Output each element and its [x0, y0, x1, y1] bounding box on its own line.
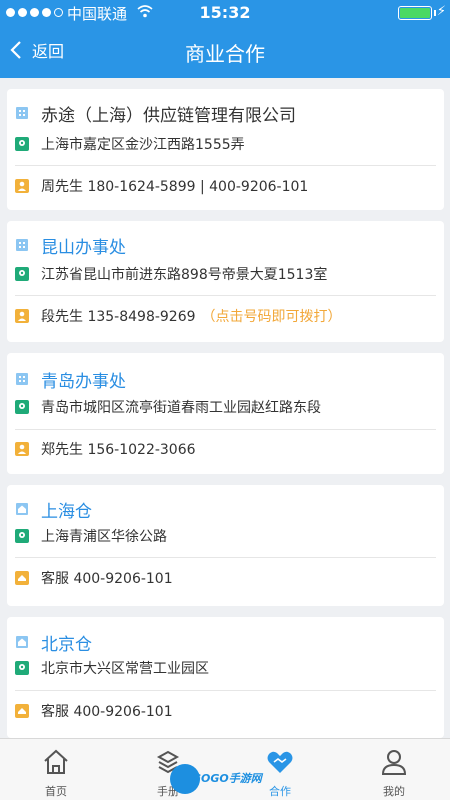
battery-cap	[434, 10, 436, 16]
contact-phone[interactable]: 客服 400-9206-101	[41, 701, 173, 721]
home-icon	[44, 749, 68, 774]
service-icon	[15, 704, 29, 718]
person-icon	[15, 179, 29, 193]
address-text: 上海青浦区华徐公路	[41, 529, 167, 545]
person-icon	[15, 309, 29, 323]
contact-card: 上海仓 上海青浦区华徐公路 客服 400-9206-101	[7, 485, 444, 606]
charging-icon: ⚡	[436, 4, 446, 19]
warehouse-name: 上海仓	[41, 501, 92, 522]
battery-icon	[398, 6, 432, 20]
location-icon	[15, 400, 29, 414]
contact-phone[interactable]: 郑先生 156-1022-3066	[41, 439, 196, 459]
contact-card: 昆山办事处 江苏省昆山市前进东路898号帝景大夏1513室 段先生 135-84…	[7, 221, 444, 342]
divider	[15, 557, 436, 558]
location-icon	[15, 661, 29, 675]
watermark-text: GOGO手游网	[192, 772, 262, 785]
tab-home[interactable]: 首页	[0, 739, 112, 800]
office-name: 昆山办事处	[41, 237, 126, 258]
contact-phone[interactable]: 周先生 180-1624-5899 | 400-9206-101	[41, 176, 308, 196]
divider	[15, 429, 436, 430]
status-bar: 中国联通 15:32 ⚡	[0, 0, 450, 26]
location-icon	[15, 267, 29, 281]
watermark: GOGO手游网	[170, 762, 265, 796]
address-text: 江苏省昆山市前进东路898号帝景大夏1513室	[41, 267, 328, 283]
contact-card: 北京仓 北京市大兴区常营工业园区 客服 400-9206-101	[7, 617, 444, 738]
call-hint: （点击号码即可拨打）	[201, 309, 342, 325]
address-text: 北京市大兴区常营工业园区	[41, 661, 209, 677]
tab-label: 我的	[383, 785, 405, 798]
divider	[15, 165, 436, 166]
contact-card: 青岛办事处 青岛市城阳区流亭街道春雨工业园赵红路东段 郑先生 156-1022-…	[7, 353, 444, 474]
location-icon	[15, 529, 29, 543]
navigation-bar: 返回 商业合作	[0, 26, 450, 78]
contact-card: 赤途（上海）供应链管理有限公司 上海市嘉定区金沙江西路1555弄 周先生 180…	[7, 89, 444, 210]
page-title: 商业合作	[185, 42, 265, 66]
handshake-icon	[267, 751, 293, 773]
profile-icon	[381, 750, 407, 775]
contact-phone[interactable]: 客服 400-9206-101	[41, 568, 173, 588]
divider	[15, 690, 436, 691]
building-icon	[16, 373, 28, 385]
tab-profile[interactable]: 我的	[338, 739, 450, 800]
address-text: 青岛市城阳区流亭街道春雨工业园赵红路东段	[41, 400, 321, 416]
building-icon	[16, 239, 28, 251]
warehouse-icon	[16, 636, 28, 648]
service-icon	[15, 571, 29, 585]
warehouse-icon	[16, 503, 28, 515]
location-icon	[15, 137, 29, 151]
contact-phone[interactable]: 段先生 135-8498-9269	[41, 306, 196, 326]
header: 中国联通 15:32 ⚡ 返回 商业合作	[0, 0, 450, 78]
building-icon	[16, 107, 28, 119]
person-icon	[15, 442, 29, 456]
divider	[15, 295, 436, 296]
tab-label: 首页	[45, 785, 67, 798]
office-name: 青岛办事处	[41, 371, 126, 392]
warehouse-name: 北京仓	[41, 634, 92, 655]
address-text: 上海市嘉定区金沙江西路1555弄	[41, 137, 245, 153]
clock: 15:32	[199, 3, 251, 22]
company-name: 赤途（上海）供应链管理有限公司	[41, 105, 296, 126]
